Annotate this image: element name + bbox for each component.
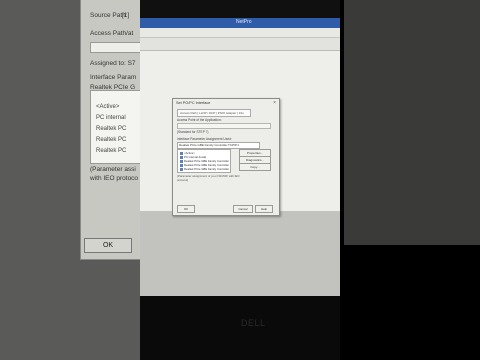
- monitor-brand-logo: DELL: [241, 318, 266, 328]
- interface-param-label: Interface Parameter Assignment Used:: [177, 137, 232, 141]
- list-item[interactable]: PC internal: [96, 115, 126, 121]
- left-photo-region: Source Path: [1] Access Path/at Assigned…: [0, 0, 140, 360]
- params-note-2: with IEO protoco: [90, 175, 139, 182]
- window-title: NetPro: [236, 19, 252, 25]
- access-path-label: Access Path/at: [90, 30, 134, 37]
- screen-top-dark: [140, 0, 340, 18]
- source-path-value: [1]: [122, 12, 130, 19]
- interface-label: Interface Param: [90, 74, 137, 81]
- right-wall: [344, 0, 480, 245]
- cancel-button[interactable]: Cancel: [233, 205, 253, 213]
- list-item[interactable]: <Active>: [96, 104, 119, 110]
- list-item-label: Realtek PCIe GBE Family Controller: [184, 167, 230, 171]
- access-point-label: Access Point of the Application:: [177, 118, 222, 122]
- monitor: NetPro Set PG/PC Interface × Access Path…: [140, 0, 340, 360]
- access-point-field[interactable]: [177, 123, 271, 129]
- access-point-field[interactable]: [90, 42, 140, 53]
- params-note: (Parameter assi: [90, 166, 136, 173]
- copy-button[interactable]: Copy...: [239, 163, 271, 171]
- menu-bar[interactable]: [140, 28, 340, 38]
- dialog-tabs[interactable]: Access Path | LLDP / DCP | PNIO Adapter …: [177, 109, 251, 117]
- window-titlebar[interactable]: NetPro: [140, 18, 340, 28]
- dialog-title: Set PG/PC Interface: [176, 101, 211, 105]
- list-item[interactable]: Realtek PC: [96, 137, 126, 143]
- lower-workspace: [140, 211, 340, 296]
- interface-param-field[interactable]: Realtek PCIe GBE Family Controller.TCPIP…: [177, 142, 260, 149]
- toolbar[interactable]: [140, 38, 340, 51]
- list-item[interactable]: Realtek PC: [96, 126, 126, 132]
- screen: NetPro Set PG/PC Interface × Access Path…: [140, 0, 340, 296]
- list-item[interactable]: Realtek PCIe GBE Family Controller: [180, 167, 229, 171]
- ok-button[interactable]: OK: [84, 238, 132, 253]
- network-icon: [180, 167, 183, 171]
- set-pgpc-interface-dialog: Set PG/PC Interface × Access Path | LLDP…: [172, 98, 280, 216]
- close-icon[interactable]: ×: [273, 100, 276, 106]
- assigned-label: Assigned to: S7: [90, 60, 136, 67]
- interface-list[interactable]: <Active> PC internal (local) Realtek PCI…: [177, 149, 231, 173]
- standard-label: (Standard for STEP 7): [177, 130, 209, 134]
- help-button[interactable]: Help: [255, 205, 273, 213]
- list-item[interactable]: Realtek PC: [96, 148, 126, 154]
- ok-button[interactable]: OK: [177, 205, 195, 213]
- dialog-note: (Parameter assignment of your NIC/NIF wi…: [177, 174, 240, 182]
